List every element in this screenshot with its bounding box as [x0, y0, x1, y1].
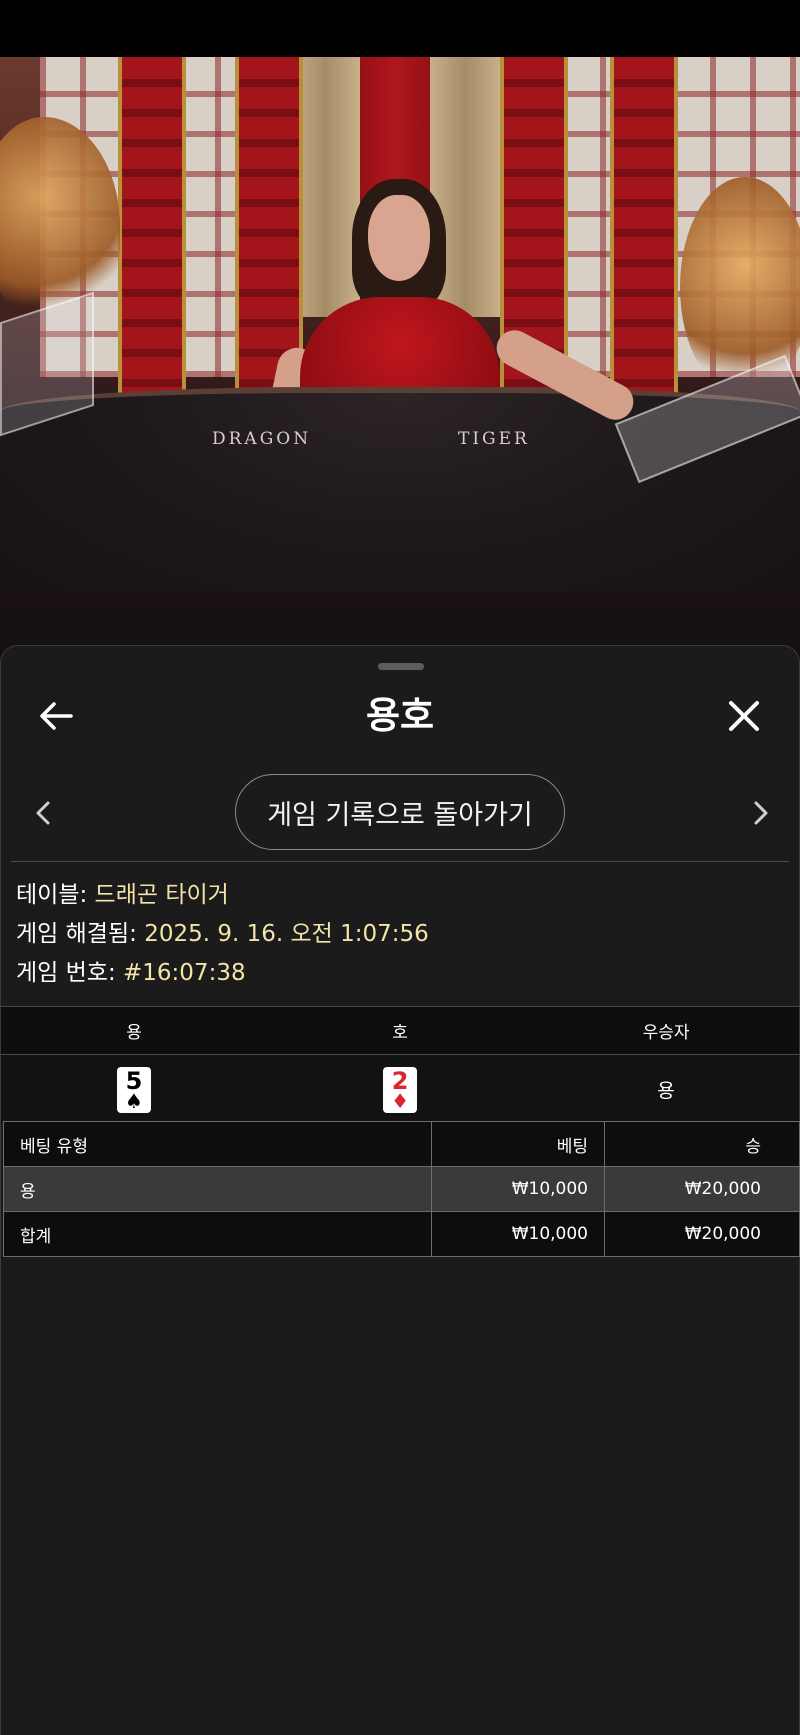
header-winner: 우승자 — [533, 1006, 799, 1055]
info-resolved-value: 2025. 9. 16. 오전 1:07:56 — [144, 921, 429, 947]
bet-header-row: 베팅 유형 베팅 승 — [3, 1121, 800, 1167]
status-bar — [0, 0, 800, 57]
chevron-left-icon — [36, 801, 50, 825]
info-table-row: 테이블: 드래곤 타이거 — [16, 876, 429, 915]
game-history-sheet: 용호 게임 기록으로 돌아가기 테이블: 드래곤 타이거 게임 해결됨: 202 — [0, 645, 800, 1735]
page-title: 용호 — [365, 694, 435, 737]
sheet-header: 용호 — [1, 686, 799, 746]
table-label-dragon: DRAGON — [212, 429, 312, 449]
total-win-cell: ₩20,000 — [604, 1211, 800, 1257]
total-bet-cell: ₩10,000 — [431, 1211, 605, 1257]
diamond-icon: ♦ — [391, 1088, 410, 1113]
info-number-row: 게임 번호: #16:07:38 — [16, 954, 429, 993]
close-icon — [729, 701, 759, 731]
red-pillar — [235, 57, 303, 397]
drag-handle[interactable] — [378, 663, 424, 670]
chevron-right-icon — [754, 801, 768, 825]
info-number-value: #16:07:38 — [123, 960, 246, 986]
info-table-value: 드래곤 타이거 — [94, 882, 229, 908]
spade-icon: ♠ — [125, 1088, 143, 1113]
next-game-button[interactable] — [741, 793, 781, 833]
dragon-card: 5 ♠ — [117, 1066, 152, 1113]
win-amount-cell: ₩20,000 — [604, 1166, 800, 1212]
return-to-history-button[interactable]: 게임 기록으로 돌아가기 — [235, 774, 565, 850]
dealer-face — [368, 195, 430, 281]
bet-type-cell: 용 — [3, 1166, 432, 1212]
round-header-row: 용 호 우승자 — [1, 1006, 799, 1055]
dragon-card-cell: 5 ♠ — [1, 1054, 268, 1124]
header-win-amount: 승 — [604, 1121, 800, 1167]
bet-amount-cell: ₩10,000 — [431, 1166, 605, 1212]
game-info: 테이블: 드래곤 타이거 게임 해결됨: 2025. 9. 16. 오전 1:0… — [16, 876, 429, 993]
close-button[interactable] — [714, 686, 774, 746]
red-pillar — [118, 57, 186, 397]
table-row: 용 ₩10,000 ₩20,000 — [3, 1166, 800, 1212]
info-number-label: 게임 번호: — [16, 960, 116, 986]
winner-cell: 용 — [533, 1054, 799, 1124]
bet-summary-table: 베팅 유형 베팅 승 용 ₩10,000 ₩20,000 합계 ₩10,000 … — [3, 1121, 800, 1257]
header-dragon: 용 — [1, 1006, 268, 1055]
round-result-table: 용 호 우승자 5 ♠ 2 ♦ 용 — [1, 1006, 799, 1124]
header-bet-amount: 베팅 — [431, 1121, 605, 1167]
total-row: 합계 ₩10,000 ₩20,000 — [3, 1211, 800, 1257]
info-resolved-label: 게임 해결됨: — [16, 921, 137, 947]
red-pillar — [610, 57, 678, 397]
tiger-card-cell: 2 ♦ — [267, 1054, 534, 1124]
tiger-card: 2 ♦ — [383, 1066, 418, 1113]
total-label-cell: 합계 — [3, 1211, 432, 1257]
history-navigation: 게임 기록으로 돌아가기 — [1, 774, 799, 852]
live-video-stream[interactable]: DRAGON TIGER — [0, 57, 800, 677]
divider — [11, 861, 789, 862]
round-result-row: 5 ♠ 2 ♦ 용 — [1, 1054, 799, 1124]
table-label-tiger: TIGER — [458, 429, 530, 449]
info-table-label: 테이블: — [16, 882, 88, 908]
previous-game-button[interactable] — [23, 793, 63, 833]
header-tiger: 호 — [267, 1006, 534, 1055]
info-resolved-row: 게임 해결됨: 2025. 9. 16. 오전 1:07:56 — [16, 915, 429, 954]
header-bet-type: 베팅 유형 — [3, 1121, 432, 1167]
